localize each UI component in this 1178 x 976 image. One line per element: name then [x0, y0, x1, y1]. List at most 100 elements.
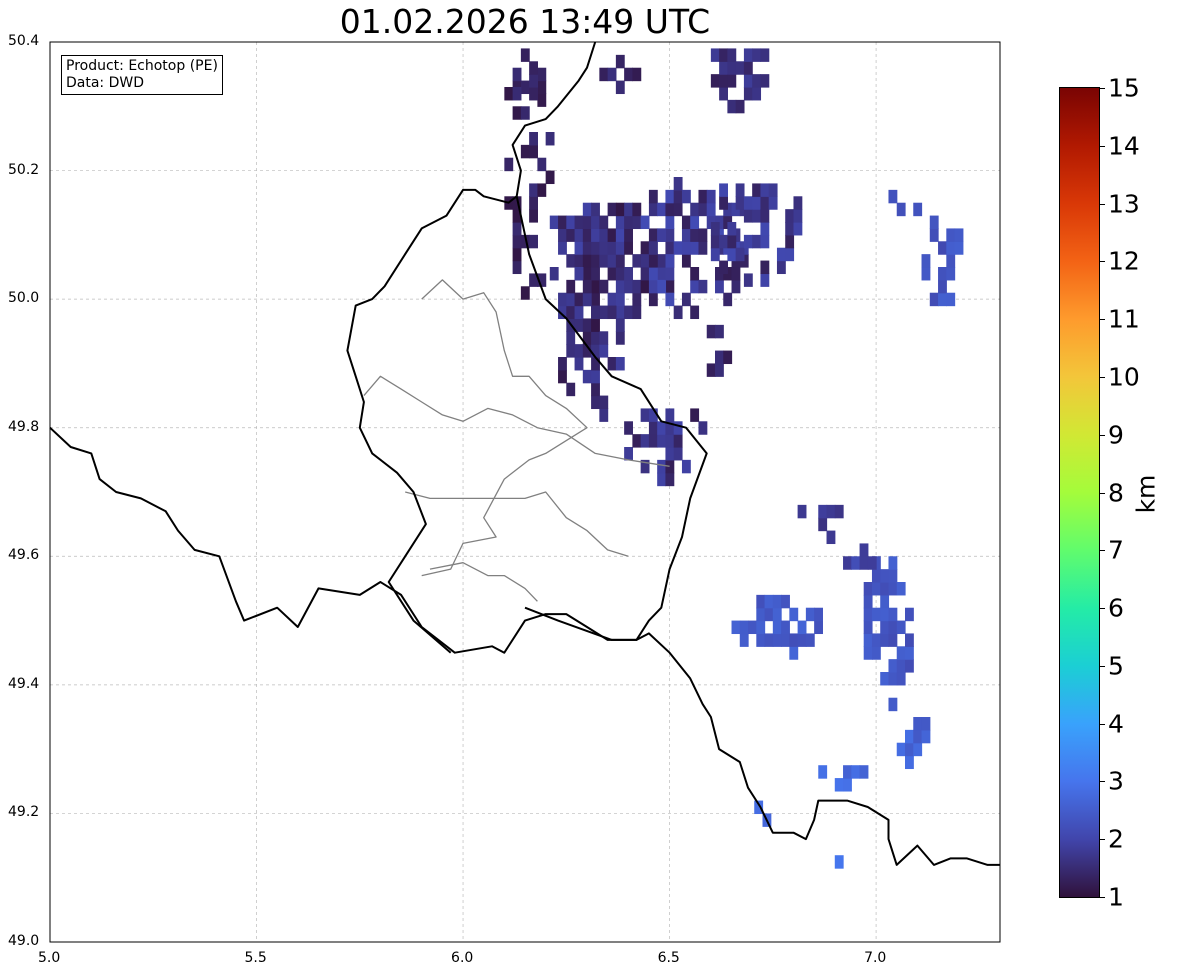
echo-cell	[657, 254, 667, 268]
echo-cell	[566, 292, 576, 307]
echo-cell	[582, 241, 592, 255]
echo-cell	[558, 241, 567, 255]
echo-cell	[743, 273, 753, 287]
echo-cell	[665, 292, 675, 307]
admin-border	[363, 375, 670, 467]
echo-cell	[607, 67, 617, 82]
echo-cell	[512, 67, 522, 82]
echo-cell	[648, 228, 658, 242]
echo-cell	[789, 646, 799, 660]
echo-cell	[814, 607, 823, 622]
colorbar-tick-label: 14	[1108, 131, 1140, 161]
echo-cell	[867, 556, 877, 570]
echo-cell	[727, 74, 737, 88]
echo-cell	[938, 241, 947, 255]
echo-cell	[776, 260, 786, 275]
echo-cell	[512, 87, 522, 101]
echo-cell	[607, 357, 617, 371]
echo-cell	[743, 234, 753, 249]
echo-cell	[591, 305, 600, 320]
echo-cell	[615, 318, 625, 332]
echo-cell	[512, 260, 522, 275]
echo-cell	[529, 234, 538, 249]
echo-cell	[665, 267, 675, 281]
colorbar-label: km	[1131, 474, 1161, 514]
echo-cell	[756, 594, 766, 609]
echo-cell	[719, 87, 728, 101]
echo-cell	[599, 254, 609, 268]
echo-cell	[657, 267, 667, 281]
echo-cell	[731, 267, 741, 281]
echo-cell	[880, 594, 890, 609]
echo-cell	[681, 292, 691, 307]
echo-cell	[624, 202, 633, 217]
echo-cell	[785, 234, 795, 249]
echo-cell	[715, 324, 724, 339]
echo-cell	[905, 607, 914, 622]
echo-cell	[719, 260, 728, 275]
echo-cell	[582, 292, 592, 307]
echo-cell	[615, 357, 625, 371]
echo-cell	[871, 582, 881, 596]
echo-cell	[632, 67, 642, 82]
echo-cell	[690, 241, 700, 255]
echo-cell	[566, 254, 576, 268]
echo-cell	[805, 607, 815, 622]
echo-cell	[566, 344, 576, 358]
echo-cell	[781, 620, 790, 635]
echo-cell	[888, 189, 898, 204]
echo-cell	[673, 447, 683, 461]
colorbar-tick-label: 15	[1108, 73, 1140, 103]
echo-cell	[826, 530, 836, 545]
echo-cell	[727, 61, 737, 75]
echo-cell	[690, 267, 700, 281]
echo-cell	[599, 305, 609, 320]
echo-cell	[690, 202, 700, 217]
echo-cell	[574, 344, 584, 358]
y-tick-label: 50.2	[8, 161, 40, 178]
echo-cell	[591, 344, 600, 358]
echo-cell	[615, 279, 625, 294]
echo-cell	[789, 607, 799, 622]
echo-cell	[665, 408, 675, 422]
echo-cell	[537, 80, 547, 95]
echo-cell	[727, 222, 737, 236]
echo-cell	[698, 241, 708, 255]
x-tick-label: 5.5	[244, 950, 267, 966]
echo-cell	[582, 202, 592, 217]
colorbar	[1059, 87, 1100, 898]
echo-cell	[665, 241, 675, 255]
echo-cell	[681, 254, 691, 268]
echo-cell	[665, 228, 675, 242]
echo-cell	[657, 228, 667, 242]
colorbar-tick-label: 12	[1108, 246, 1140, 276]
echo-cell	[752, 196, 762, 210]
echo-cell	[797, 504, 807, 519]
echo-cell	[760, 183, 770, 197]
echo-cell	[719, 48, 728, 62]
echo-cell	[888, 659, 898, 673]
echo-cell	[739, 620, 749, 635]
echo-cell	[785, 209, 795, 223]
echo-cell	[607, 292, 617, 307]
colorbar-tick-mark	[1100, 203, 1105, 205]
product-label: Product: Echotop (PE)	[66, 58, 218, 74]
echo-cell	[657, 202, 667, 217]
echo-cell	[648, 292, 658, 307]
echo-cell	[871, 607, 881, 622]
x-tick-label: 6.0	[451, 950, 474, 966]
echo-cell	[558, 292, 567, 307]
echo-cell	[760, 48, 770, 62]
echo-cell	[673, 421, 683, 435]
echo-cell	[537, 157, 547, 172]
echo-cell	[946, 292, 956, 307]
echo-cell	[735, 99, 745, 114]
echo-cell	[946, 254, 956, 268]
echo-cell	[727, 234, 737, 249]
colorbar-tick-label: 7	[1108, 535, 1124, 565]
echo-cell	[921, 729, 931, 744]
echo-cell	[756, 620, 766, 635]
echo-cell	[591, 382, 600, 397]
echo-cell	[938, 279, 947, 294]
echo-cell	[851, 765, 861, 779]
